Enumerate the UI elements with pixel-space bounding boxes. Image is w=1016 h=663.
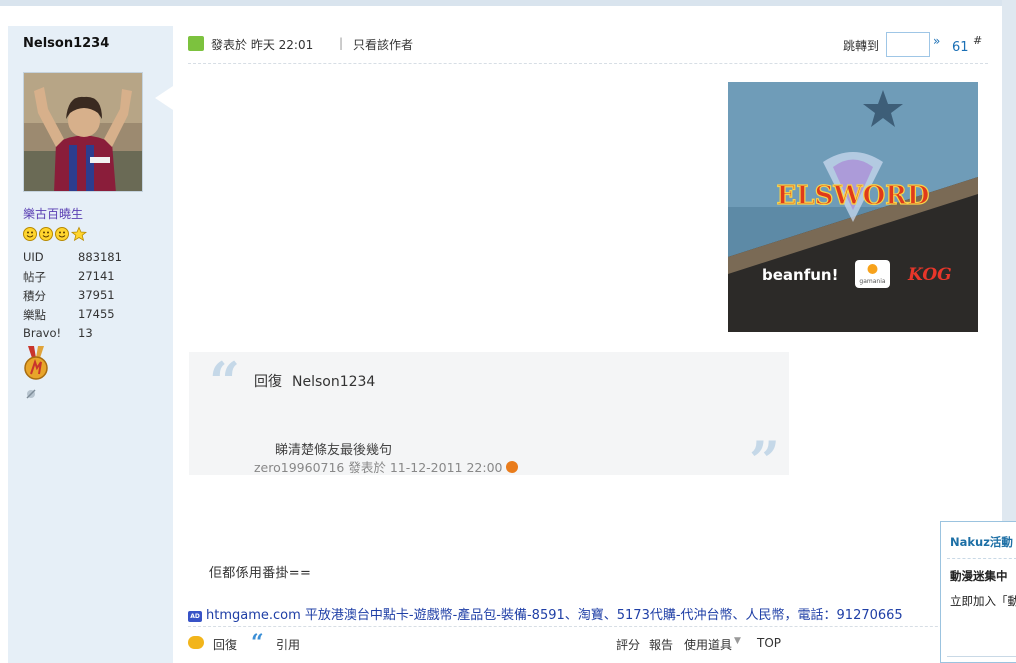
banner-image: ELSWORD beanfun! gamania KOG [728, 82, 978, 332]
online-status-icon [188, 36, 204, 51]
close-quote-icon: ” [749, 429, 781, 493]
reply-button[interactable]: 回復 [213, 636, 237, 653]
post-hash: # [973, 34, 983, 47]
reply-prefix: 回復 [254, 374, 282, 390]
rank-smiley-icons [23, 226, 87, 242]
quote-reply-line: 回復 Nelson1234 [254, 371, 375, 391]
quote-icon[interactable]: “ [251, 630, 264, 656]
jump-go-button[interactable]: » [933, 34, 940, 48]
svg-text:KOG: KOG [907, 265, 952, 285]
jump-back-icon[interactable] [506, 461, 519, 473]
medal-icon[interactable] [23, 346, 49, 387]
game-banner-ad[interactable]: ELSWORD beanfun! gamania KOG [728, 82, 978, 332]
post-body: 佢都係用番掛== [209, 566, 312, 581]
posted-time: 發表於 昨天 22:01 [211, 38, 314, 52]
avatar-image [24, 73, 142, 191]
header-separator: | [339, 36, 344, 50]
svg-text:beanfun!: beanfun! [762, 266, 838, 284]
post-main: 發表於 昨天 22:01 | 只看該作者 跳轉到 » 61 # ELSWORD … [173, 6, 1002, 663]
popup-bottom-rule [947, 656, 1016, 657]
author-name[interactable]: Nelson1234 [23, 36, 109, 51]
rank-stars [23, 226, 87, 242]
text-ad[interactable]: AD htmgame.com 平放港澳台中點卡-遊戲幣-產品包-裝備-8591、淘… [188, 604, 903, 623]
jump-to-input[interactable] [886, 32, 930, 57]
top-link[interactable]: TOP [757, 636, 781, 650]
use-tools-menu[interactable]: 使用道具 [684, 636, 732, 653]
rank-title: 樂古百曉生 [23, 207, 84, 221]
jump-to-label: 跳轉到 [843, 39, 880, 53]
reply-bubble-icon[interactable] [188, 636, 204, 649]
open-quote-icon: “ [209, 350, 241, 414]
quote-button[interactable]: 引用 [276, 636, 300, 653]
post-header: 發表於 昨天 22:01 | 只看該作者 跳轉到 » 61 # [188, 32, 988, 64]
popup-divider [947, 558, 1016, 559]
author-sidebar: Nelson1234 樂古百曉生 UID 883181 帖子 27141 積分 … [8, 26, 173, 663]
ad-badge-icon: AD [188, 611, 202, 622]
post-footer: 回復 “ 引用 評分 報告 使用道具 ▼ TOP [188, 630, 988, 657]
footer-divider [188, 626, 988, 627]
report-button[interactable]: 報告 [649, 636, 673, 653]
quote-meta-line: zero19960716 發表於 11-12-2011 22:00 [254, 457, 519, 476]
svg-text:gamania: gamania [859, 278, 885, 285]
chevron-down-icon[interactable]: ▼ [734, 636, 741, 646]
quote-meta-text: zero19960716 發表於 11-12-2011 22:00 [254, 460, 503, 475]
ad-text[interactable]: 平放港澳台中點卡-遊戲幣-產品包-裝備-8591、淘寶、5173代購-代沖台幣、… [301, 608, 903, 623]
quoted-text: 睇清楚條友最後幾句 [275, 443, 393, 458]
popup-headline[interactable]: 動漫迷集中 [950, 568, 1008, 584]
rate-button[interactable]: 評分 [616, 636, 640, 653]
ad-domain[interactable]: htmgame.com [206, 608, 301, 623]
popup-subline[interactable]: 立即加入「動 [950, 593, 1016, 609]
nakuz-popup[interactable]: Nakuz活動 動漫迷集中 立即加入「動 [940, 521, 1016, 663]
reply-to-user[interactable]: Nelson1234 [292, 374, 375, 390]
avatar-pointer [155, 86, 173, 110]
svg-text:ELSWORD: ELSWORD [777, 181, 930, 211]
avatar[interactable] [23, 72, 143, 192]
only-author-link[interactable]: 只看該作者 [353, 36, 413, 53]
satellite-icon[interactable] [25, 388, 37, 403]
post-number-link[interactable]: 61 [952, 40, 969, 55]
quote-block: “ 回復 Nelson1234 睇清楚條友最後幾句 zero19960716 發表… [189, 350, 789, 488]
popup-title[interactable]: Nakuz活動 [950, 534, 1013, 550]
